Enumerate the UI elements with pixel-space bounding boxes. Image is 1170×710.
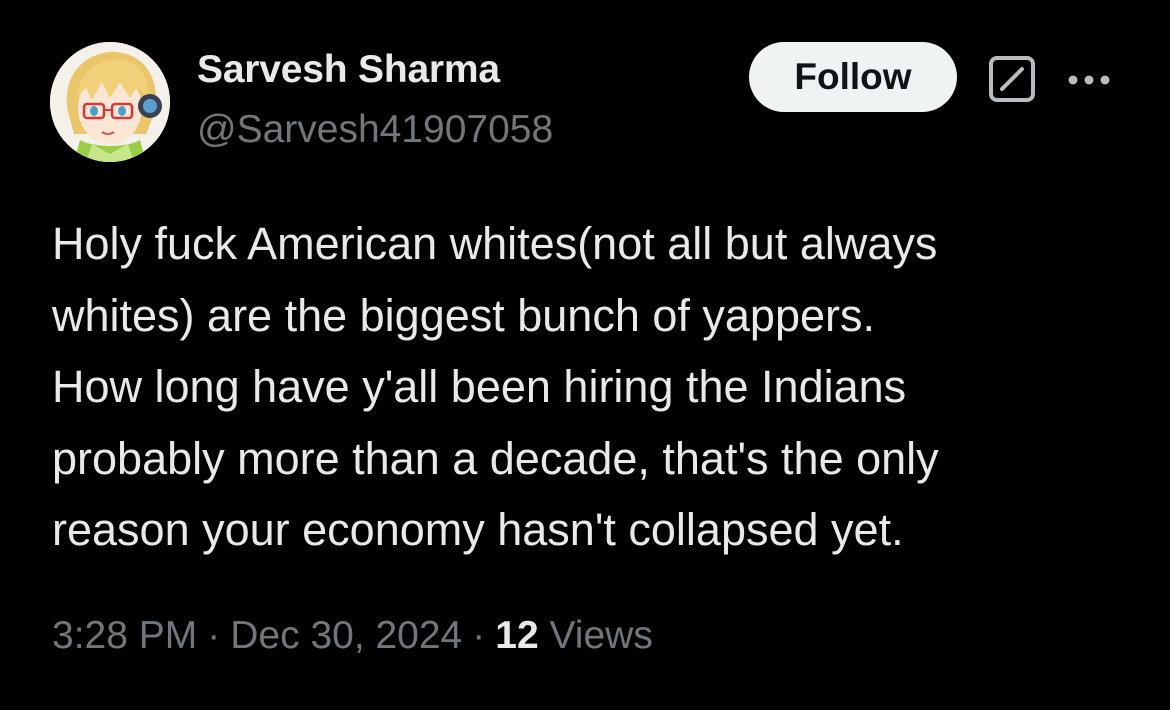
more-icon[interactable]: [1066, 60, 1112, 100]
grok-icon[interactable]: [988, 55, 1036, 103]
avatar[interactable]: [50, 42, 170, 162]
follow-button[interactable]: Follow: [749, 42, 957, 112]
tweet-card: Sarvesh Sharma @Sarvesh41907058 Follow H…: [0, 0, 1170, 710]
tweet-meta: 3:28 PM · Dec 30, 2024 · 12 Views: [52, 614, 653, 658]
tweet-date[interactable]: Dec 30, 2024: [230, 614, 462, 657]
tweet-text: Holy fuck American whites(not all but al…: [52, 208, 1132, 566]
author-handle[interactable]: @Sarvesh41907058: [197, 108, 553, 152]
meta-separator: ·: [472, 614, 486, 657]
anime-avatar-icon: [50, 42, 170, 162]
tweet-text-line: probably more than a decade, that's the …: [52, 432, 939, 484]
author-display-name[interactable]: Sarvesh Sharma: [197, 48, 500, 92]
tweet-text-line: reason your economy hasn't collapsed yet…: [52, 504, 904, 555]
tweet-time[interactable]: 3:28 PM: [52, 614, 197, 657]
tweet-text-line: How long have y'all been hiring the Indi…: [52, 361, 907, 412]
view-count: 12: [495, 614, 539, 657]
tweet-text-line: whites) are the biggest bunch of yappers…: [52, 289, 875, 341]
tweet-text-line: Holy fuck American whites(not all but al…: [52, 218, 938, 269]
views-label: Views: [549, 614, 653, 657]
meta-separator: ·: [207, 614, 221, 657]
